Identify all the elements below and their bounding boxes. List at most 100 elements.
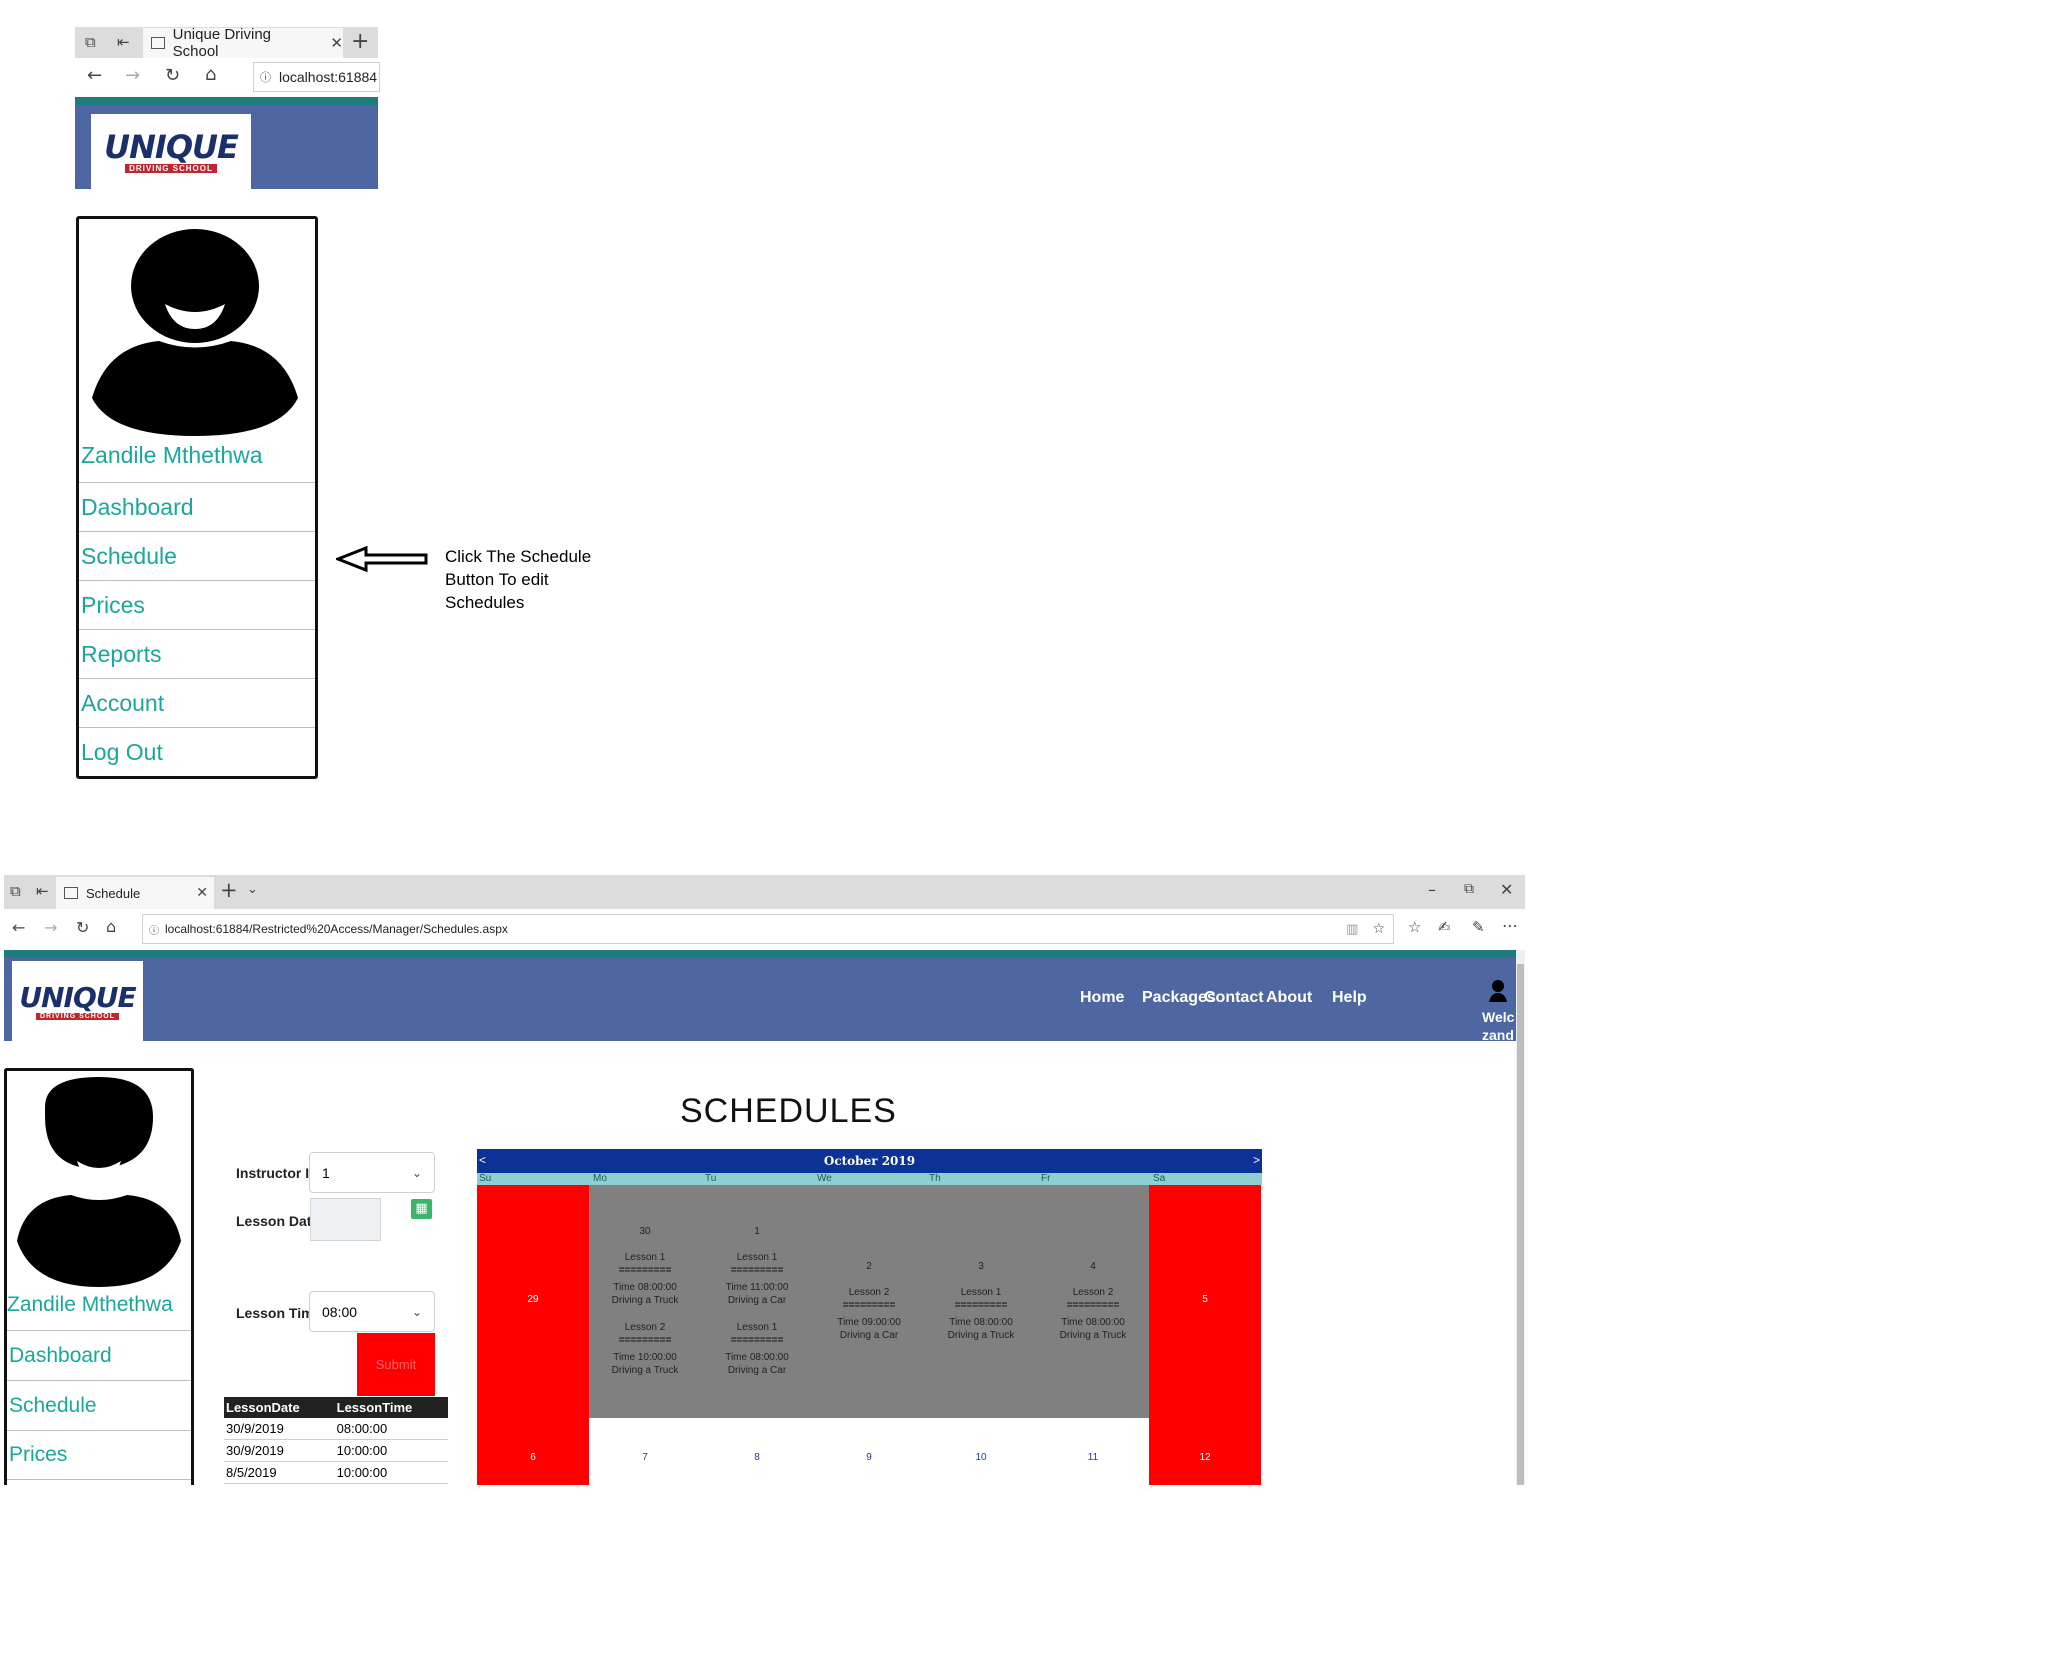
- sidebar-item-reports[interactable]: Reports: [79, 629, 315, 678]
- calendar-cell[interactable]: 2 Lesson 2 ========= Time 09:00:00 Driving a…: [813, 1185, 925, 1418]
- calendar-day-name: Fr: [1041, 1173, 1051, 1184]
- lesson-time-select[interactable]: 08:00 ⌄: [309, 1291, 435, 1332]
- calendar-cell[interactable]: 10: [925, 1418, 1037, 1485]
- calendar-day-content: 2 Lesson 2 ========= Time 09:00:00 Driving a…: [813, 1185, 925, 1418]
- calendar-day-content: 1 Lesson 1 ========= Time 11:00:00 Driving a…: [701, 1185, 813, 1418]
- refresh-icon[interactable]: ↻: [165, 65, 180, 86]
- tab-actions-icon[interactable]: ⧉: [85, 33, 96, 51]
- tab-actions-icon[interactable]: ⧉: [10, 882, 21, 900]
- set-aside-tabs-icon[interactable]: ⇤: [117, 33, 130, 51]
- share-icon[interactable]: ✎: [1472, 918, 1485, 936]
- address-bar[interactable]: ⓘ localhost:61884: [253, 62, 380, 92]
- table-row: 8/5/2019 10:00:00: [224, 1461, 448, 1484]
- more-icon[interactable]: ⋯: [1502, 916, 1518, 935]
- sidebar-item-dashboard[interactable]: Dashboard: [79, 482, 315, 531]
- lesson-time: Time 10:00:00: [613, 1352, 677, 1363]
- calendar-day-number: 7: [642, 1452, 648, 1463]
- calendar-cell[interactable]: 29: [477, 1185, 589, 1418]
- calendar-cell[interactable]: 7: [589, 1418, 701, 1485]
- calendar-cell[interactable]: 6: [477, 1418, 589, 1485]
- calendar-day-content: 4 Lesson 2 ========= Time 08:00:00 Driving a…: [1037, 1185, 1149, 1418]
- calendar-next-link[interactable]: >: [1253, 1153, 1260, 1167]
- calendar-cell[interactable]: 4 Lesson 2 ========= Time 08:00:00 Driving a…: [1037, 1185, 1149, 1418]
- sidebar-item-dashboard[interactable]: Dashboard: [7, 1330, 191, 1380]
- sidebar-item-logout[interactable]: Log Out: [79, 727, 315, 776]
- sidebar-item-prices[interactable]: Prices: [7, 1430, 191, 1480]
- table-row: 30/9/2019 08:00:00: [224, 1418, 448, 1440]
- calendar-day-number: 3: [978, 1261, 984, 1272]
- sidebar-item-schedule[interactable]: Schedule: [7, 1380, 191, 1430]
- lessons-table: LessonDate LessonTime 30/9/2019 08:00:00…: [224, 1397, 448, 1484]
- new-tab-icon[interactable]: +: [351, 29, 369, 54]
- lesson-separator: =========: [730, 1335, 784, 1346]
- lesson-entry: Lesson 1 ========= Time 11:00:00 Driving a …: [726, 1251, 789, 1307]
- calendar-cell[interactable]: 8: [701, 1418, 813, 1485]
- lesson-separator: =========: [618, 1265, 672, 1276]
- back-icon[interactable]: ←: [87, 65, 102, 86]
- close-window-icon[interactable]: ✕: [1500, 880, 1513, 899]
- favorites-icon[interactable]: ☆: [1408, 918, 1421, 936]
- set-aside-tabs-icon[interactable]: ⇤: [36, 882, 49, 900]
- welcome-line: zand: [1482, 1027, 1514, 1043]
- nav-home[interactable]: Home: [1080, 989, 1124, 1007]
- user-icon[interactable]: [1488, 979, 1508, 1003]
- nav-help[interactable]: Help: [1332, 989, 1367, 1007]
- calendar-cell[interactable]: 12: [1149, 1418, 1261, 1485]
- instructor-id-select[interactable]: 1 ⌄: [309, 1152, 435, 1193]
- table-cell: 10:00:00: [334, 1461, 448, 1484]
- nav-contact[interactable]: Contact: [1204, 989, 1264, 1007]
- back-icon[interactable]: ←: [12, 918, 25, 937]
- calendar-day-name: Th: [929, 1173, 941, 1184]
- close-tab-icon[interactable]: ✕: [196, 885, 208, 901]
- table-cell: 30/9/2019: [224, 1418, 335, 1440]
- bottom-nav-bar: ← → ↻ ⌂ ⓘ localhost:61884/Restricted%20A…: [4, 909, 1525, 949]
- minimize-icon[interactable]: –: [1428, 880, 1436, 899]
- lesson-name: Lesson 2: [624, 1322, 666, 1333]
- forward-icon[interactable]: →: [125, 65, 140, 86]
- lesson-time: Time 09:00:00: [837, 1317, 901, 1328]
- submit-button[interactable]: Submit: [357, 1333, 435, 1396]
- refresh-icon[interactable]: ↻: [76, 918, 89, 937]
- close-tab-icon[interactable]: ✕: [330, 34, 343, 52]
- bottom-sidebar: Zandile Mthethwa Dashboard Schedule Pric…: [4, 1068, 194, 1485]
- notes-icon[interactable]: ✍: [1438, 918, 1451, 936]
- lesson-date-input[interactable]: [310, 1198, 381, 1241]
- sidebar-item-account[interactable]: Account: [79, 678, 315, 727]
- forward-icon[interactable]: →: [44, 918, 57, 937]
- calendar-day-name: Mo: [593, 1173, 607, 1184]
- calendar-cell[interactable]: 11: [1037, 1418, 1149, 1485]
- calendar-cell[interactable]: 5: [1149, 1185, 1261, 1418]
- url-text: localhost:61884/Restricted%20Access/Mana…: [165, 922, 508, 936]
- tab-list-icon[interactable]: ⌄: [247, 882, 258, 897]
- browser-tab[interactable]: Unique Driving School ✕: [143, 26, 343, 60]
- calendar-day-name: Tu: [705, 1173, 717, 1184]
- browser-tab[interactable]: Schedule ✕: [56, 877, 214, 909]
- page-scrollbar[interactable]: [1516, 950, 1525, 1485]
- bottom-site-header: UNIQUE DRIVING SCHOOL Home Packages Cont…: [4, 950, 1516, 1043]
- nav-about[interactable]: About: [1266, 989, 1312, 1007]
- calendar-picker-icon[interactable]: ▦: [411, 1199, 432, 1219]
- sidebar-item-prices[interactable]: Prices: [79, 580, 315, 629]
- calendar-day-content: 3 Lesson 1 ========= Time 08:00:00 Driving a…: [925, 1185, 1037, 1418]
- calendar-day-number: 11: [1087, 1452, 1099, 1463]
- home-icon[interactable]: ⌂: [205, 64, 216, 85]
- calendar-cell[interactable]: 1 Lesson 1 ========= Time 11:00:00 Driving a…: [701, 1185, 813, 1418]
- site-logo[interactable]: UNIQUE DRIVING SCHOOL: [91, 114, 251, 189]
- lesson-entry: Lesson 1 ========= Time 08:00:00 Driving a …: [725, 1321, 789, 1377]
- reading-view-icon[interactable]: ▥: [1346, 922, 1358, 937]
- sidebar-item-schedule[interactable]: Schedule: [79, 531, 315, 580]
- address-bar[interactable]: ⓘ localhost:61884/Restricted%20Access/Ma…: [142, 914, 1394, 944]
- calendar-cell[interactable]: 3 Lesson 1 ========= Time 08:00:00 Driving a…: [925, 1185, 1037, 1418]
- scrollbar-thumb[interactable]: [1517, 964, 1524, 1485]
- restore-icon[interactable]: ⧉: [1464, 881, 1474, 897]
- url-text: localhost:61884: [279, 69, 378, 85]
- new-tab-icon[interactable]: +: [220, 878, 238, 902]
- lesson-date-label: Lesson Date: [236, 1213, 320, 1229]
- site-logo[interactable]: UNIQUE DRIVING SCHOOL: [12, 961, 143, 1041]
- favorite-star-icon[interactable]: ☆: [1372, 921, 1385, 937]
- annotation-line: Click The Schedule: [445, 547, 592, 566]
- home-icon[interactable]: ⌂: [106, 917, 116, 936]
- calendar-cell[interactable]: 30 Lesson 1 ========= Time 08:00:00 Driving …: [589, 1185, 701, 1418]
- chevron-down-icon: ⌄: [411, 1304, 422, 1319]
- calendar-cell[interactable]: 9: [813, 1418, 925, 1485]
